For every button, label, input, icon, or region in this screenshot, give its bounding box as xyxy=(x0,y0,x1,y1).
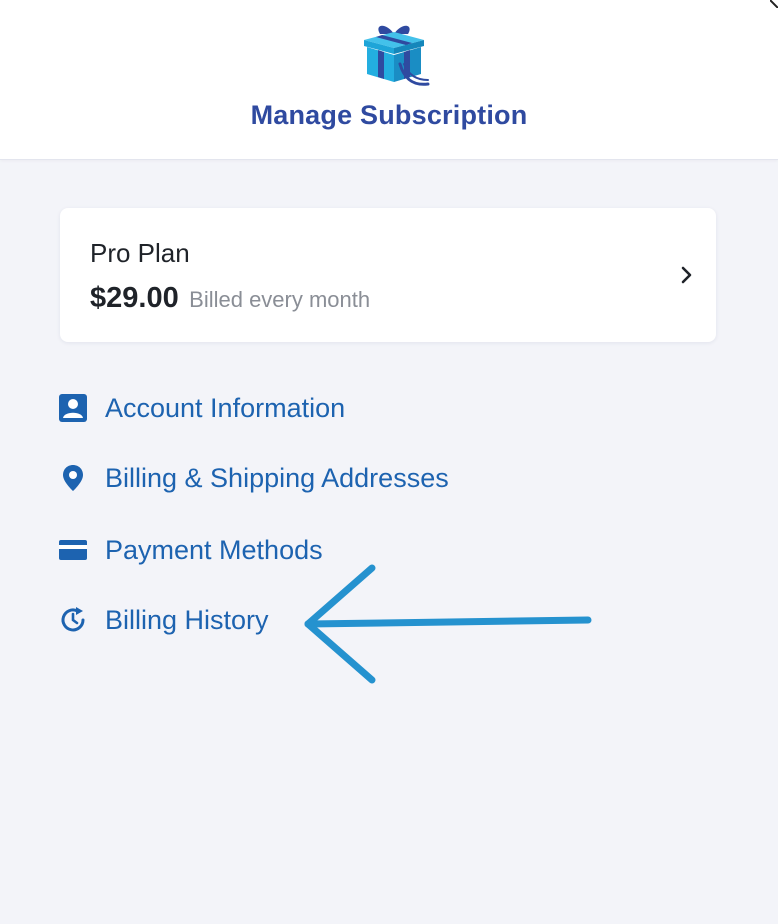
history-icon xyxy=(58,605,88,635)
chevron-right-icon xyxy=(681,266,692,284)
plan-card[interactable]: Pro Plan $29.00 Billed every month xyxy=(60,208,716,342)
account-card-icon xyxy=(58,393,88,423)
map-pin-icon xyxy=(58,463,88,493)
corner-mark xyxy=(770,0,778,8)
gift-box-icon xyxy=(364,25,430,86)
credit-card-icon xyxy=(58,535,88,565)
menu-item-billing-history[interactable]: Billing History xyxy=(58,600,269,640)
menu-item-label: Payment Methods xyxy=(105,534,323,565)
plan-name: Pro Plan xyxy=(90,238,190,268)
menu-item-account-information[interactable]: Account Information xyxy=(58,388,345,428)
plan-price: $29.00 xyxy=(90,282,179,314)
menu-item-label: Account Information xyxy=(105,392,346,423)
menu-item-label: Billing & Shipping Addresses xyxy=(105,462,449,493)
menu-item-billing-shipping-addresses[interactable]: Billing & Shipping Addresses xyxy=(58,458,449,498)
header: Manage Subscription xyxy=(0,0,778,160)
page-title: Manage Subscription xyxy=(250,100,528,130)
arrow-left-icon xyxy=(304,564,592,684)
plan-billing-cycle: Billed every month xyxy=(189,287,371,312)
menu-item-label: Billing History xyxy=(105,604,269,635)
menu-item-payment-methods[interactable]: Payment Methods xyxy=(58,530,323,570)
plan-price-row: $29.00 Billed every month xyxy=(90,282,370,315)
